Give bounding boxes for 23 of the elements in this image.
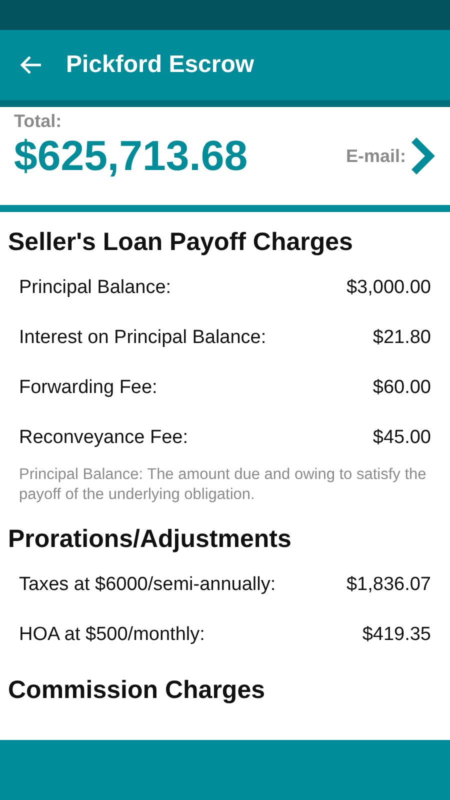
charge-label: Interest on Principal Balance: [19,327,266,349]
section-heading: Seller's Loan Payoff Charges [7,227,354,258]
charge-amount: $21.80 [372,327,431,349]
total-label: Total: [14,111,63,132]
screen-title: Pickford Escrow [66,51,254,79]
note-text: Principal Balance: The amount due and owing to satisfy the payoff of the underlying obligation. [18,465,428,506]
charge-label: Reconveyance Fee: [19,427,188,449]
email-button[interactable]: E-mail: [346,136,436,176]
charge-label: Forwarding Fee: [19,377,158,399]
charge-amount: $45.00 [372,427,431,449]
back-button[interactable] [20,55,42,75]
back-arrow-icon [20,55,42,75]
charge-label: Taxes at $6000/semi-annually: [19,574,276,596]
charge-amount: $60.00 [372,377,431,399]
charge-amount: $419.35 [362,624,431,646]
section-heading: Prorations/Adjustments [7,524,292,556]
charge-label: Principal Balance: [19,277,172,299]
charge-label: HOA at $500/monthly: [19,624,205,646]
section-heading: Commission Charges [7,675,266,706]
charge-amount: $1,836.07 [346,574,431,596]
chevron-icon [410,136,436,176]
charge-amount: $3,000.00 [346,277,431,299]
total-amount: $625,713.68 [14,132,248,180]
